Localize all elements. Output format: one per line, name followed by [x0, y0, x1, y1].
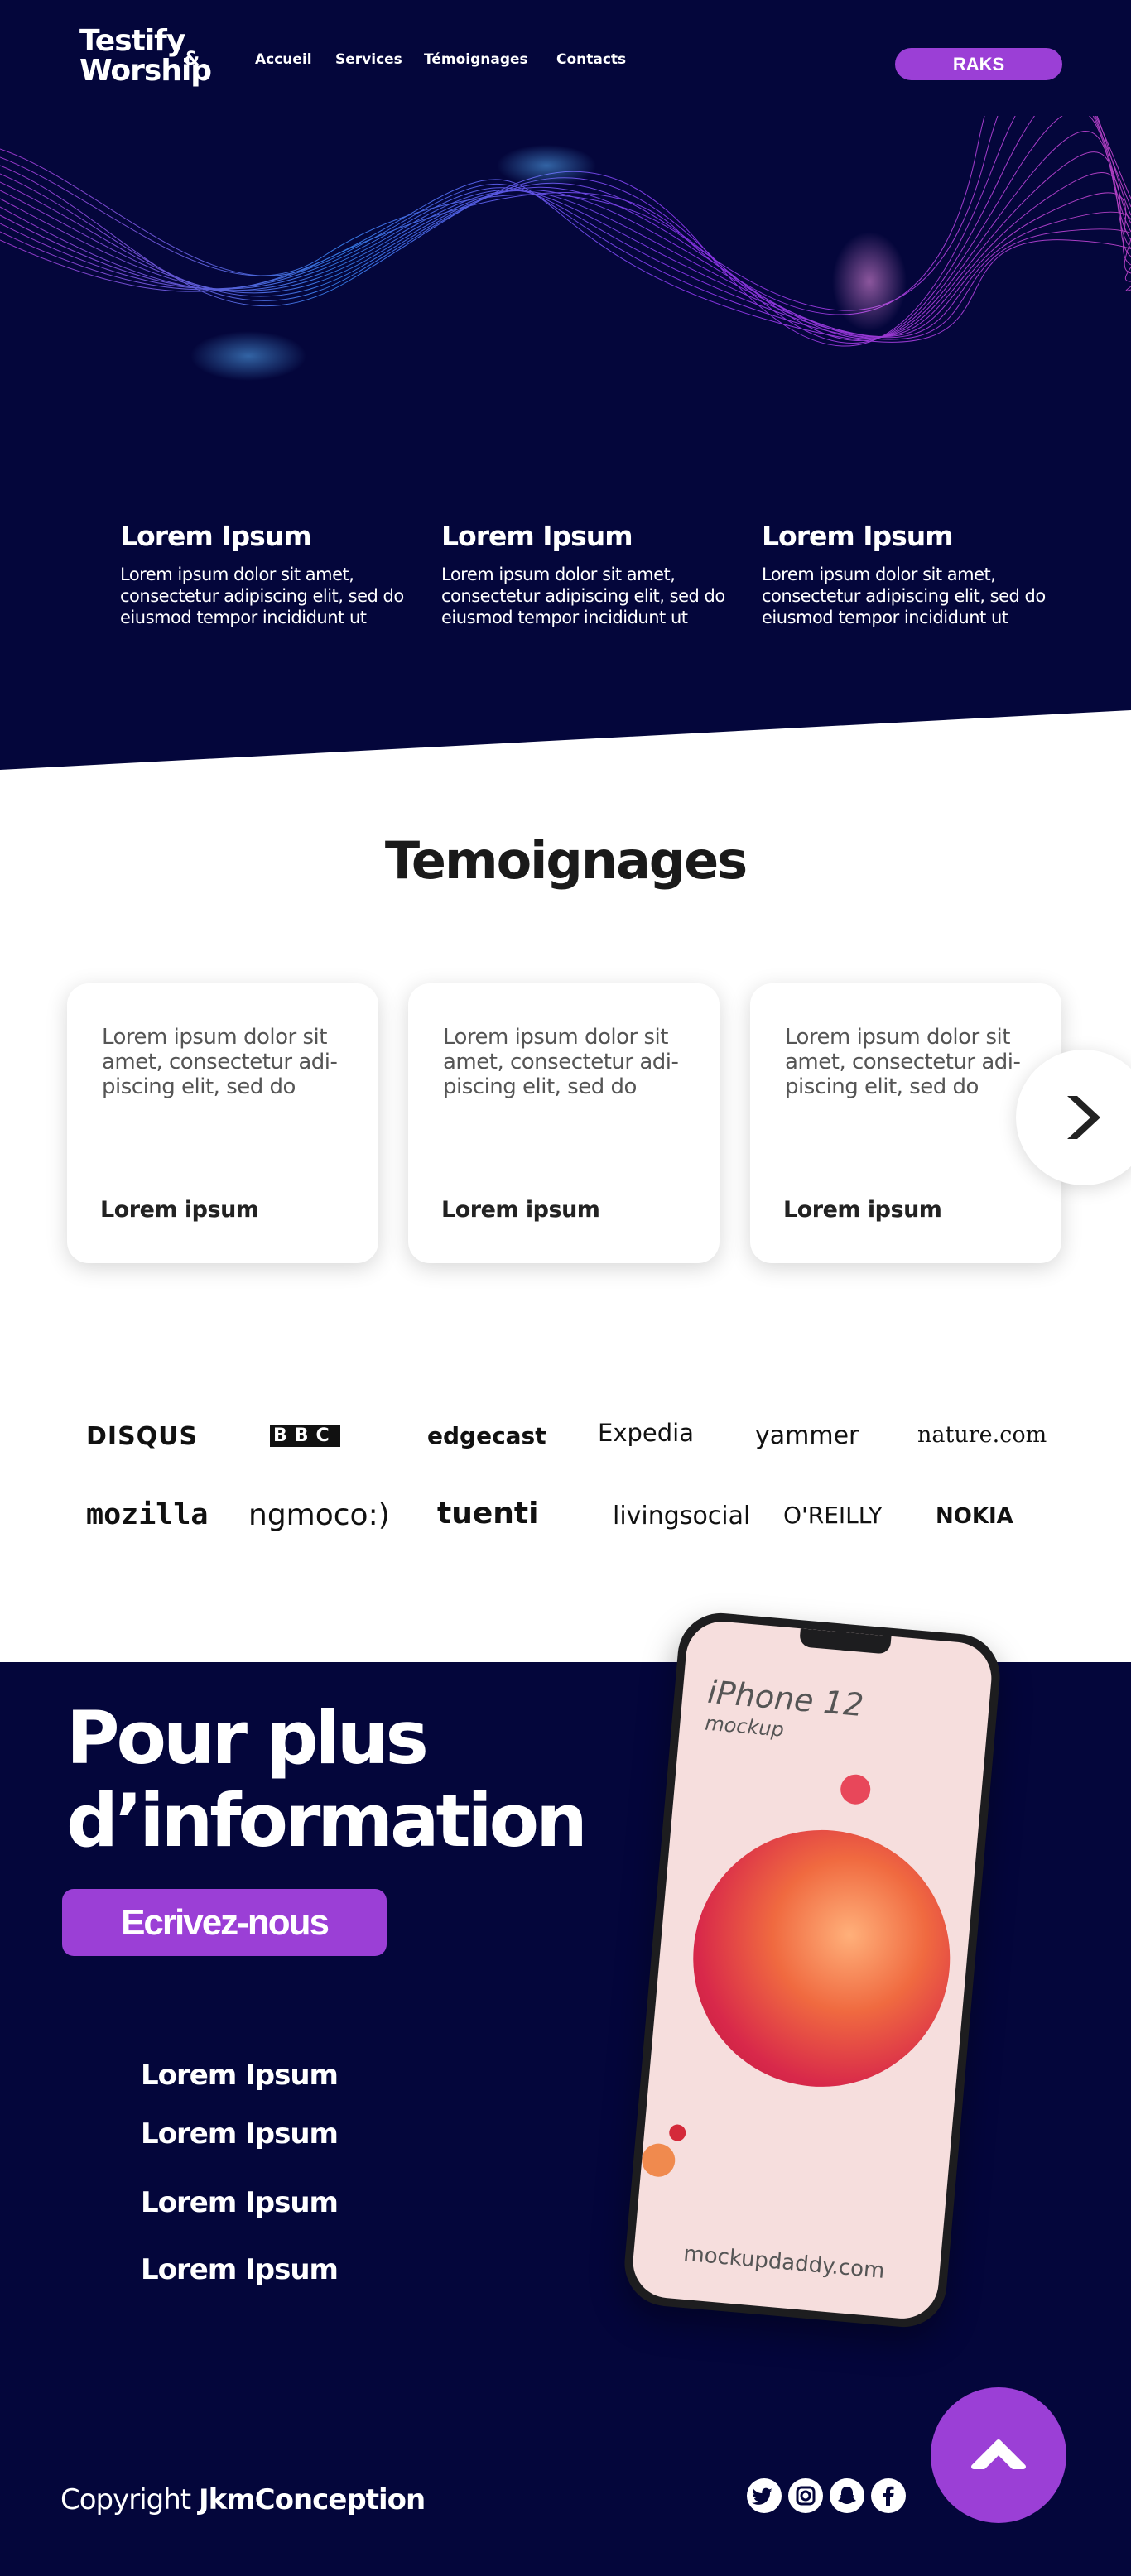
testimonial-text: Lorem ipsum dolor sit amet, consectetur … — [102, 1025, 338, 1099]
feature-title: Lorem Ipsum — [120, 520, 312, 552]
contact-us-button[interactable]: Ecrivez-nous — [62, 1889, 387, 1956]
brand-logo-nature: nature.com — [917, 1422, 1047, 1448]
brand-logo-nokia: NOKIA — [936, 1504, 1013, 1529]
brand-logo-yammer: yammer — [755, 1421, 859, 1450]
feature-title: Lorem Ipsum — [762, 520, 954, 552]
info-heading-line2: d’information — [66, 1778, 588, 1863]
twitter-icon[interactable] — [747, 2478, 782, 2513]
snapchat-icon[interactable] — [830, 2478, 864, 2513]
brand-logo-expedia: Expedia — [598, 1419, 694, 1447]
info-link-1[interactable]: Lorem Ipsum — [141, 2059, 339, 2092]
testimonial-card: Lorem ipsum dolor sit amet, consectetur … — [67, 983, 378, 1263]
hero-slant-divider — [0, 710, 1131, 776]
instagram-icon[interactable] — [788, 2478, 823, 2513]
brand-logo-ngmoco: ngmoco:) — [248, 1498, 390, 1532]
info-link-3[interactable]: Lorem Ipsum — [141, 2186, 339, 2219]
feature-text: Lorem ipsum dolor sit amet, consectetur … — [441, 565, 725, 627]
testimonial-card: Lorem ipsum dolor sit amet, consectetur … — [750, 983, 1061, 1263]
feature-3: Lorem Ipsum Lorem ipsum dolor sit amet, … — [762, 520, 1052, 628]
nav-accueil[interactable]: Accueil — [255, 51, 312, 68]
brand-logo-edgecast: edgecast — [427, 1422, 546, 1449]
nav-services[interactable]: Services — [335, 51, 402, 68]
copyright-brand: JkmConception — [198, 2483, 426, 2516]
logo[interactable]: Testify & Worship — [79, 26, 212, 86]
nav-temoignages[interactable]: Témoignages — [424, 51, 528, 68]
feature-1: Lorem Ipsum Lorem ipsum dolor sit amet, … — [120, 520, 410, 628]
testimonials-title: Temoignages — [384, 830, 748, 891]
chevron-right-icon — [1067, 1096, 1100, 1139]
hero-section: Testify & Worship Accueil Services Témoi… — [0, 0, 1131, 770]
feature-text: Lorem ipsum dolor sit amet, consectetur … — [762, 565, 1046, 627]
nav-contacts[interactable]: Contacts — [556, 51, 626, 68]
testimonial-author: Lorem ipsum — [441, 1197, 600, 1223]
phone-footer-text: mockupdaddy.com — [682, 2241, 886, 2284]
phone-mockup: iPhone 12 mockup mockupdaddy.com — [601, 1609, 1007, 2334]
info-link-2[interactable]: Lorem Ipsum — [141, 2117, 339, 2151]
raks-button[interactable]: RAKS — [895, 48, 1062, 80]
chevron-up-icon — [971, 2439, 1026, 2469]
feature-text: Lorem ipsum dolor sit amet, consectetur … — [120, 565, 404, 627]
scroll-to-top-button[interactable] — [931, 2387, 1066, 2523]
copyright: Copyright JkmConception — [60, 2483, 426, 2516]
feature-title: Lorem Ipsum — [441, 520, 633, 552]
testimonial-card: Lorem ipsum dolor sit amet, consectetur … — [408, 983, 720, 1263]
brand-logo-oreilly: O'REILLY — [783, 1502, 883, 1529]
brand-logo-mozilla: mozilla — [86, 1498, 209, 1531]
testimonial-author: Lorem ipsum — [100, 1197, 259, 1223]
testimonial-text: Lorem ipsum dolor sit amet, consectetur … — [443, 1025, 679, 1099]
brand-logo-livingsocial: livingsocial — [613, 1502, 751, 1531]
brand-logo-tuenti: tuenti — [437, 1497, 539, 1531]
testimonial-author: Lorem ipsum — [783, 1197, 942, 1223]
info-link-4[interactable]: Lorem Ipsum — [141, 2253, 339, 2286]
copyright-prefix: Copyright — [60, 2483, 191, 2516]
next-testimonial-button[interactable] — [1016, 1050, 1131, 1185]
wave-illustration — [0, 116, 1131, 381]
feature-2: Lorem Ipsum Lorem ipsum dolor sit amet, … — [441, 520, 731, 628]
testimonial-text: Lorem ipsum dolor sit amet, consectetur … — [785, 1025, 1021, 1099]
phone-subtitle: mockup — [704, 1711, 785, 1742]
info-heading-line1: Pour plus — [66, 1695, 429, 1781]
logo-amp: & — [184, 49, 200, 70]
brand-logo-bbc: BBC — [270, 1425, 340, 1447]
facebook-icon[interactable] — [871, 2478, 906, 2513]
brand-logo-disqus: DISQUS — [86, 1422, 199, 1451]
